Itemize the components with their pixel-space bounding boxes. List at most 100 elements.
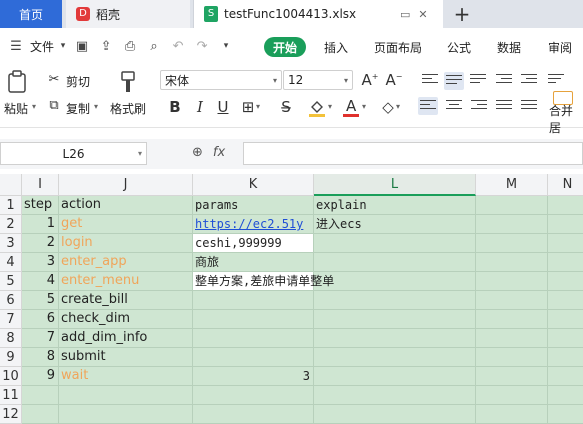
align-left-icon[interactable] xyxy=(418,97,438,115)
insert-function-icon[interactable]: fx xyxy=(213,145,225,160)
print-icon[interactable]: ⎙ xyxy=(120,36,140,56)
cell[interactable] xyxy=(193,291,314,310)
align-middle-icon[interactable] xyxy=(444,72,464,90)
bold-icon[interactable]: B xyxy=(165,98,185,116)
cell[interactable] xyxy=(314,253,476,272)
cell[interactable]: action xyxy=(59,196,193,215)
cell[interactable] xyxy=(476,196,548,215)
cell[interactable] xyxy=(314,405,476,424)
row-header[interactable]: 1 xyxy=(0,196,22,215)
restore-window-icon[interactable]: ▭ xyxy=(400,8,410,21)
font-size-select[interactable]: 12 ▾ xyxy=(283,70,353,90)
row-header[interactable]: 4 xyxy=(0,253,22,272)
clear-format-icon[interactable]: ◇ xyxy=(378,98,398,116)
row-header[interactable]: 10 xyxy=(0,367,22,386)
underline-icon[interactable]: U xyxy=(213,98,233,116)
cut-button[interactable]: 剪切 xyxy=(66,73,90,90)
chevron-down-icon[interactable]: ▾ xyxy=(58,36,68,56)
formula-input[interactable] xyxy=(243,142,583,165)
cell[interactable] xyxy=(59,405,193,424)
paste-icon[interactable] xyxy=(6,70,28,94)
increase-indent-icon[interactable] xyxy=(521,74,537,88)
clear-format-dropdown-icon[interactable]: ▾ xyxy=(396,102,400,111)
file-menu[interactable]: 文件 xyxy=(30,38,54,55)
column-header-l[interactable]: L xyxy=(314,174,476,196)
cell[interactable] xyxy=(476,310,548,329)
cell[interactable]: add_dim_info xyxy=(59,329,193,348)
cell[interactable]: https://ec2.51y xyxy=(193,215,314,234)
merge-center-button[interactable]: 合并居 xyxy=(549,102,583,136)
cell[interactable]: 8 xyxy=(22,348,59,367)
cell[interactable] xyxy=(548,272,583,291)
fill-color-icon[interactable] xyxy=(308,98,326,118)
cell[interactable] xyxy=(314,348,476,367)
tab-home[interactable]: 首页 xyxy=(0,0,62,28)
select-all-corner[interactable] xyxy=(0,174,22,196)
cell[interactable] xyxy=(548,291,583,310)
hamburger-menu-icon[interactable]: ☰ xyxy=(6,36,26,56)
format-painter-icon[interactable] xyxy=(118,70,138,94)
cell[interactable] xyxy=(476,215,548,234)
cell[interactable]: 7 xyxy=(22,329,59,348)
font-color-icon[interactable]: A xyxy=(342,97,360,119)
save-icon[interactable]: ▣ xyxy=(72,36,92,56)
print-preview-icon[interactable]: ⌕ xyxy=(144,36,164,56)
cell[interactable]: check_dim xyxy=(59,310,193,329)
menu-review[interactable]: 审阅 xyxy=(548,39,572,56)
undo-icon[interactable]: ↶ xyxy=(168,36,188,56)
new-tab-icon[interactable]: + xyxy=(450,0,474,28)
row-header[interactable]: 2 xyxy=(0,215,22,234)
menu-formulas[interactable]: 公式 xyxy=(447,39,471,56)
name-box[interactable]: L26 ▾ xyxy=(0,142,147,165)
distributed-align-icon[interactable] xyxy=(521,100,537,114)
cell[interactable]: ceshi,999999 xyxy=(193,234,314,253)
row-header[interactable]: 7 xyxy=(0,310,22,329)
cell[interactable] xyxy=(193,310,314,329)
quick-access-more-icon[interactable]: ▾ xyxy=(216,36,236,56)
cell[interactable]: enter_menu xyxy=(59,272,193,291)
cell[interactable]: 3 xyxy=(193,367,314,386)
cell[interactable] xyxy=(476,272,548,291)
cell[interactable]: 进入ecs xyxy=(314,215,476,234)
cell[interactable]: create_bill xyxy=(59,291,193,310)
cell[interactable] xyxy=(548,310,583,329)
justify-icon[interactable] xyxy=(496,100,512,114)
cell[interactable] xyxy=(314,234,476,253)
cell[interactable] xyxy=(548,234,583,253)
tab-docer[interactable]: D 稻壳 xyxy=(66,0,190,28)
format-painter-button[interactable]: 格式刷 xyxy=(110,100,146,117)
row-header[interactable]: 9 xyxy=(0,348,22,367)
export-icon[interactable]: ⇪ xyxy=(96,36,116,56)
copy-button[interactable]: 复制 xyxy=(66,100,90,117)
cell[interactable]: step xyxy=(22,196,59,215)
cell[interactable] xyxy=(22,405,59,424)
cell[interactable] xyxy=(314,367,476,386)
cell[interactable] xyxy=(314,329,476,348)
cell[interactable] xyxy=(193,405,314,424)
cell[interactable]: submit xyxy=(59,348,193,367)
border-icon[interactable]: ⊞ xyxy=(238,98,258,116)
cell[interactable]: 1 xyxy=(22,215,59,234)
cell[interactable] xyxy=(548,253,583,272)
cell[interactable]: 6 xyxy=(22,310,59,329)
cell[interactable]: 2 xyxy=(22,234,59,253)
increase-font-icon[interactable]: A+ xyxy=(360,71,380,89)
cell[interactable] xyxy=(476,405,548,424)
menu-data[interactable]: 数据 xyxy=(497,39,521,56)
cell[interactable] xyxy=(59,386,193,405)
cell[interactable] xyxy=(476,367,548,386)
cell[interactable] xyxy=(548,348,583,367)
menu-insert[interactable]: 插入 xyxy=(324,39,348,56)
font-color-dropdown-icon[interactable]: ▾ xyxy=(362,102,366,111)
cell[interactable]: 商旅 xyxy=(193,253,314,272)
cell[interactable] xyxy=(548,196,583,215)
column-header-i[interactable]: I xyxy=(22,174,59,196)
start-tab[interactable]: 开始 xyxy=(264,37,306,57)
cell[interactable] xyxy=(476,234,548,253)
cell[interactable] xyxy=(548,405,583,424)
align-bottom-icon[interactable] xyxy=(470,74,486,88)
copy-dropdown-icon[interactable]: ▾ xyxy=(94,102,98,111)
cell[interactable] xyxy=(476,329,548,348)
menu-page-layout[interactable]: 页面布局 xyxy=(374,39,422,56)
cut-icon[interactable]: ✂ xyxy=(44,72,64,87)
